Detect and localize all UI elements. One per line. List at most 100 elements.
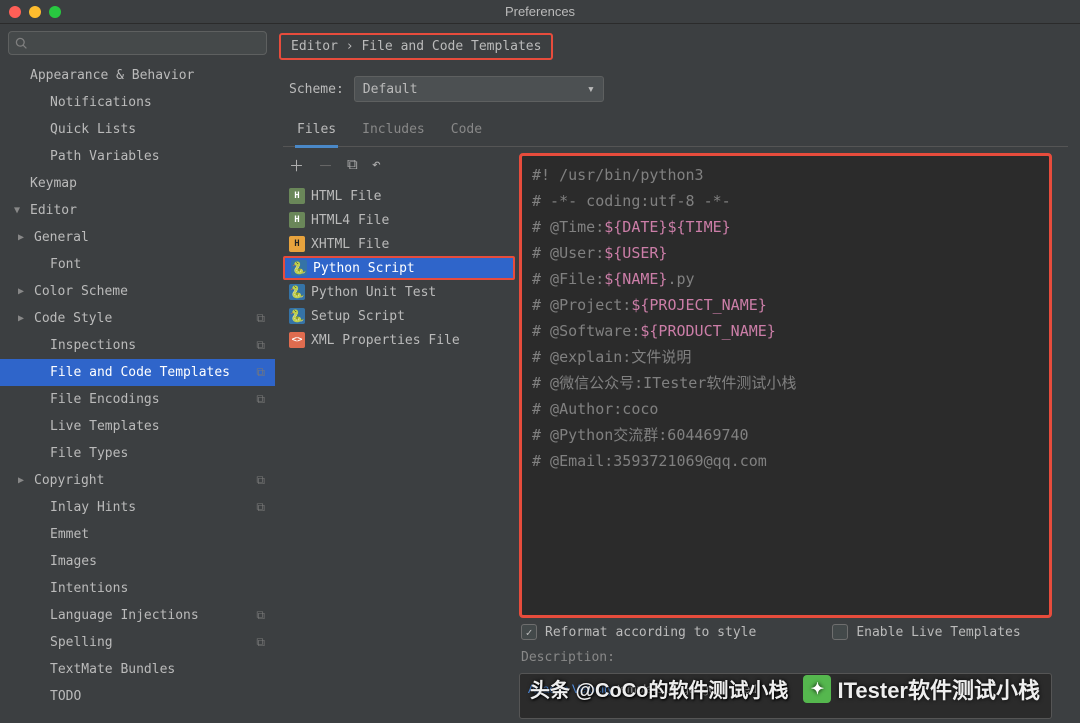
tab-files[interactable]: Files	[295, 116, 338, 148]
window-controls	[9, 6, 61, 18]
expand-arrow-icon: ▶	[18, 475, 32, 486]
expand-arrow-icon: ▶	[18, 313, 32, 324]
py-file-icon	[289, 308, 305, 324]
project-level-icon: ⧉	[256, 608, 265, 623]
template-setup-script[interactable]: Setup Script	[283, 304, 515, 328]
template-editor[interactable]: #! /usr/bin/python3# -*- coding:utf-8 -*…	[519, 153, 1052, 618]
template-toolbar: ＋ － ⧉ ↶	[283, 147, 515, 184]
sidebar-item-label: TextMate Bundles	[50, 662, 175, 677]
sidebar-item-label: File and Code Templates	[50, 365, 230, 380]
sidebar-item-label: Language Injections	[50, 608, 199, 623]
sidebar-item-label: File Encodings	[50, 392, 160, 407]
sidebar-item-images[interactable]: Images	[0, 548, 275, 575]
template-html4-file[interactable]: HHTML4 File	[283, 208, 515, 232]
breadcrumb: Editor › File and Code Templates	[291, 39, 541, 54]
template-file-label: HTML File	[311, 189, 381, 204]
window-title: Preferences	[505, 4, 575, 19]
sidebar-item-inspections[interactable]: Inspections⧉	[0, 332, 275, 359]
sidebar-item-emmet[interactable]: Emmet	[0, 521, 275, 548]
sidebar-item-label: Inlay Hints	[50, 500, 136, 515]
settings-tree[interactable]: Appearance & Behavior NotificationsQuick …	[0, 62, 275, 723]
sidebar-item-spelling[interactable]: Spelling ⧉	[0, 629, 275, 656]
sidebar-item-appearance-behavior[interactable]: Appearance & Behavior	[0, 62, 275, 89]
tab-includes[interactable]: Includes	[360, 116, 427, 146]
sidebar-item-file-and-code-templates[interactable]: File and Code Templates ⧉	[0, 359, 275, 386]
sidebar-item-todo[interactable]: TODO	[0, 683, 275, 710]
sidebar-item-keymap[interactable]: Keymap	[0, 170, 275, 197]
sidebar-item-label: Copyright	[34, 473, 104, 488]
reformat-label: Reformat according to style	[545, 625, 756, 640]
xml-file-icon: <>	[289, 332, 305, 348]
html-file-icon: H	[289, 188, 305, 204]
expand-arrow-icon: ▶	[18, 232, 32, 243]
sidebar-item-copyright[interactable]: ▶Copyright ⧉	[0, 467, 275, 494]
project-level-icon: ⧉	[256, 365, 265, 380]
template-python-unit-test[interactable]: Python Unit Test	[283, 280, 515, 304]
reformat-checkbox[interactable]: ✓	[521, 624, 537, 640]
sidebar-item-quick-lists[interactable]: Quick Lists	[0, 116, 275, 143]
template-file-label: Python Script	[313, 261, 415, 276]
template-xhtml-file[interactable]: H XHTML File	[283, 232, 515, 256]
project-level-icon: ⧉	[256, 500, 265, 515]
sidebar-item-intentions[interactable]: Intentions	[0, 575, 275, 602]
revert-icon[interactable]: ↶	[372, 155, 381, 176]
template-xml-properties-file[interactable]: <>XML Properties File	[283, 328, 515, 352]
zoom-window-icon[interactable]	[49, 6, 61, 18]
template-file-label: Setup Script	[311, 309, 405, 324]
copy-template-icon[interactable]: ⧉	[347, 155, 358, 176]
template-tabs: Files Includes Code	[283, 116, 1068, 147]
sidebar-item-label: Appearance & Behavior	[30, 68, 194, 83]
template-html-file[interactable]: H HTML File	[283, 184, 515, 208]
sidebar-item-inlay-hints[interactable]: Inlay Hints ⧉	[0, 494, 275, 521]
sidebar-item-label: General	[34, 230, 89, 245]
live-templates-label: Enable Live Templates	[856, 625, 1020, 640]
sidebar-item-code-style[interactable]: ▶Code Style⧉	[0, 305, 275, 332]
sidebar-item-notifications[interactable]: Notifications	[0, 89, 275, 116]
sidebar-item-label: Spelling	[50, 635, 113, 650]
sidebar-item-label: File Types	[50, 446, 128, 461]
minimize-window-icon[interactable]	[29, 6, 41, 18]
sidebar-item-label: Editor	[30, 203, 77, 218]
sidebar-item-path-variables[interactable]: Path Variables	[0, 143, 275, 170]
sidebar-item-textmate-bundles[interactable]: TextMate Bundles	[0, 656, 275, 683]
sidebar-item-label: Live Templates	[50, 419, 160, 434]
watermark-toutiao: 头条 @CoCo的软件测试小栈	[530, 674, 788, 703]
scheme-label: Scheme:	[289, 82, 344, 97]
scheme-select[interactable]: Default ▾	[354, 76, 604, 102]
html-file-icon: H	[289, 212, 305, 228]
search-input[interactable]	[8, 31, 267, 55]
sidebar-item-label: Path Variables	[50, 149, 160, 164]
xhtml-file-icon: H	[289, 236, 305, 252]
sidebar-item-label: Emmet	[50, 527, 89, 542]
sidebar-item-label: Keymap	[30, 176, 77, 191]
remove-template-icon[interactable]: －	[318, 155, 333, 176]
sidebar-item-general[interactable]: ▶General	[0, 224, 275, 251]
sidebar-item-color-scheme[interactable]: ▶Color Scheme	[0, 278, 275, 305]
sidebar-item-font[interactable]: Font	[0, 251, 275, 278]
search-icon	[15, 37, 28, 50]
breadcrumb-highlight: Editor › File and Code Templates	[279, 33, 553, 60]
close-window-icon[interactable]	[9, 6, 21, 18]
template-python-script[interactable]: Python Script	[283, 256, 515, 280]
add-template-icon[interactable]: ＋	[289, 155, 304, 176]
sidebar-item-live-templates[interactable]: Live Templates	[0, 413, 275, 440]
template-file-label: XHTML File	[311, 237, 389, 252]
sidebar-item-language-injections[interactable]: Language Injections ⧉	[0, 602, 275, 629]
sidebar-item-file-types[interactable]: File Types	[0, 440, 275, 467]
sidebar-item-label: Inspections	[50, 338, 136, 353]
template-file-list[interactable]: HHTML FileHHTML4 FileHXHTML FilePython S…	[283, 184, 515, 352]
sidebar-item-label: Font	[50, 257, 81, 272]
expand-arrow-icon: ▶	[18, 286, 32, 297]
project-level-icon: ⧉	[256, 635, 265, 650]
sidebar-item-file-encodings[interactable]: File Encodings ⧉	[0, 386, 275, 413]
live-templates-checkbox[interactable]	[832, 624, 848, 640]
project-level-icon: ⧉	[256, 392, 265, 407]
template-file-label: Python Unit Test	[311, 285, 436, 300]
py-file-icon	[289, 284, 305, 300]
tab-code[interactable]: Code	[449, 116, 484, 146]
sidebar-item-label: TODO	[50, 689, 81, 704]
project-level-icon: ⧉	[256, 473, 265, 488]
sidebar-item-editor[interactable]: ▼Editor	[0, 197, 275, 224]
scrollbar[interactable]	[1054, 147, 1068, 723]
chevron-down-icon: ▾	[587, 82, 595, 97]
